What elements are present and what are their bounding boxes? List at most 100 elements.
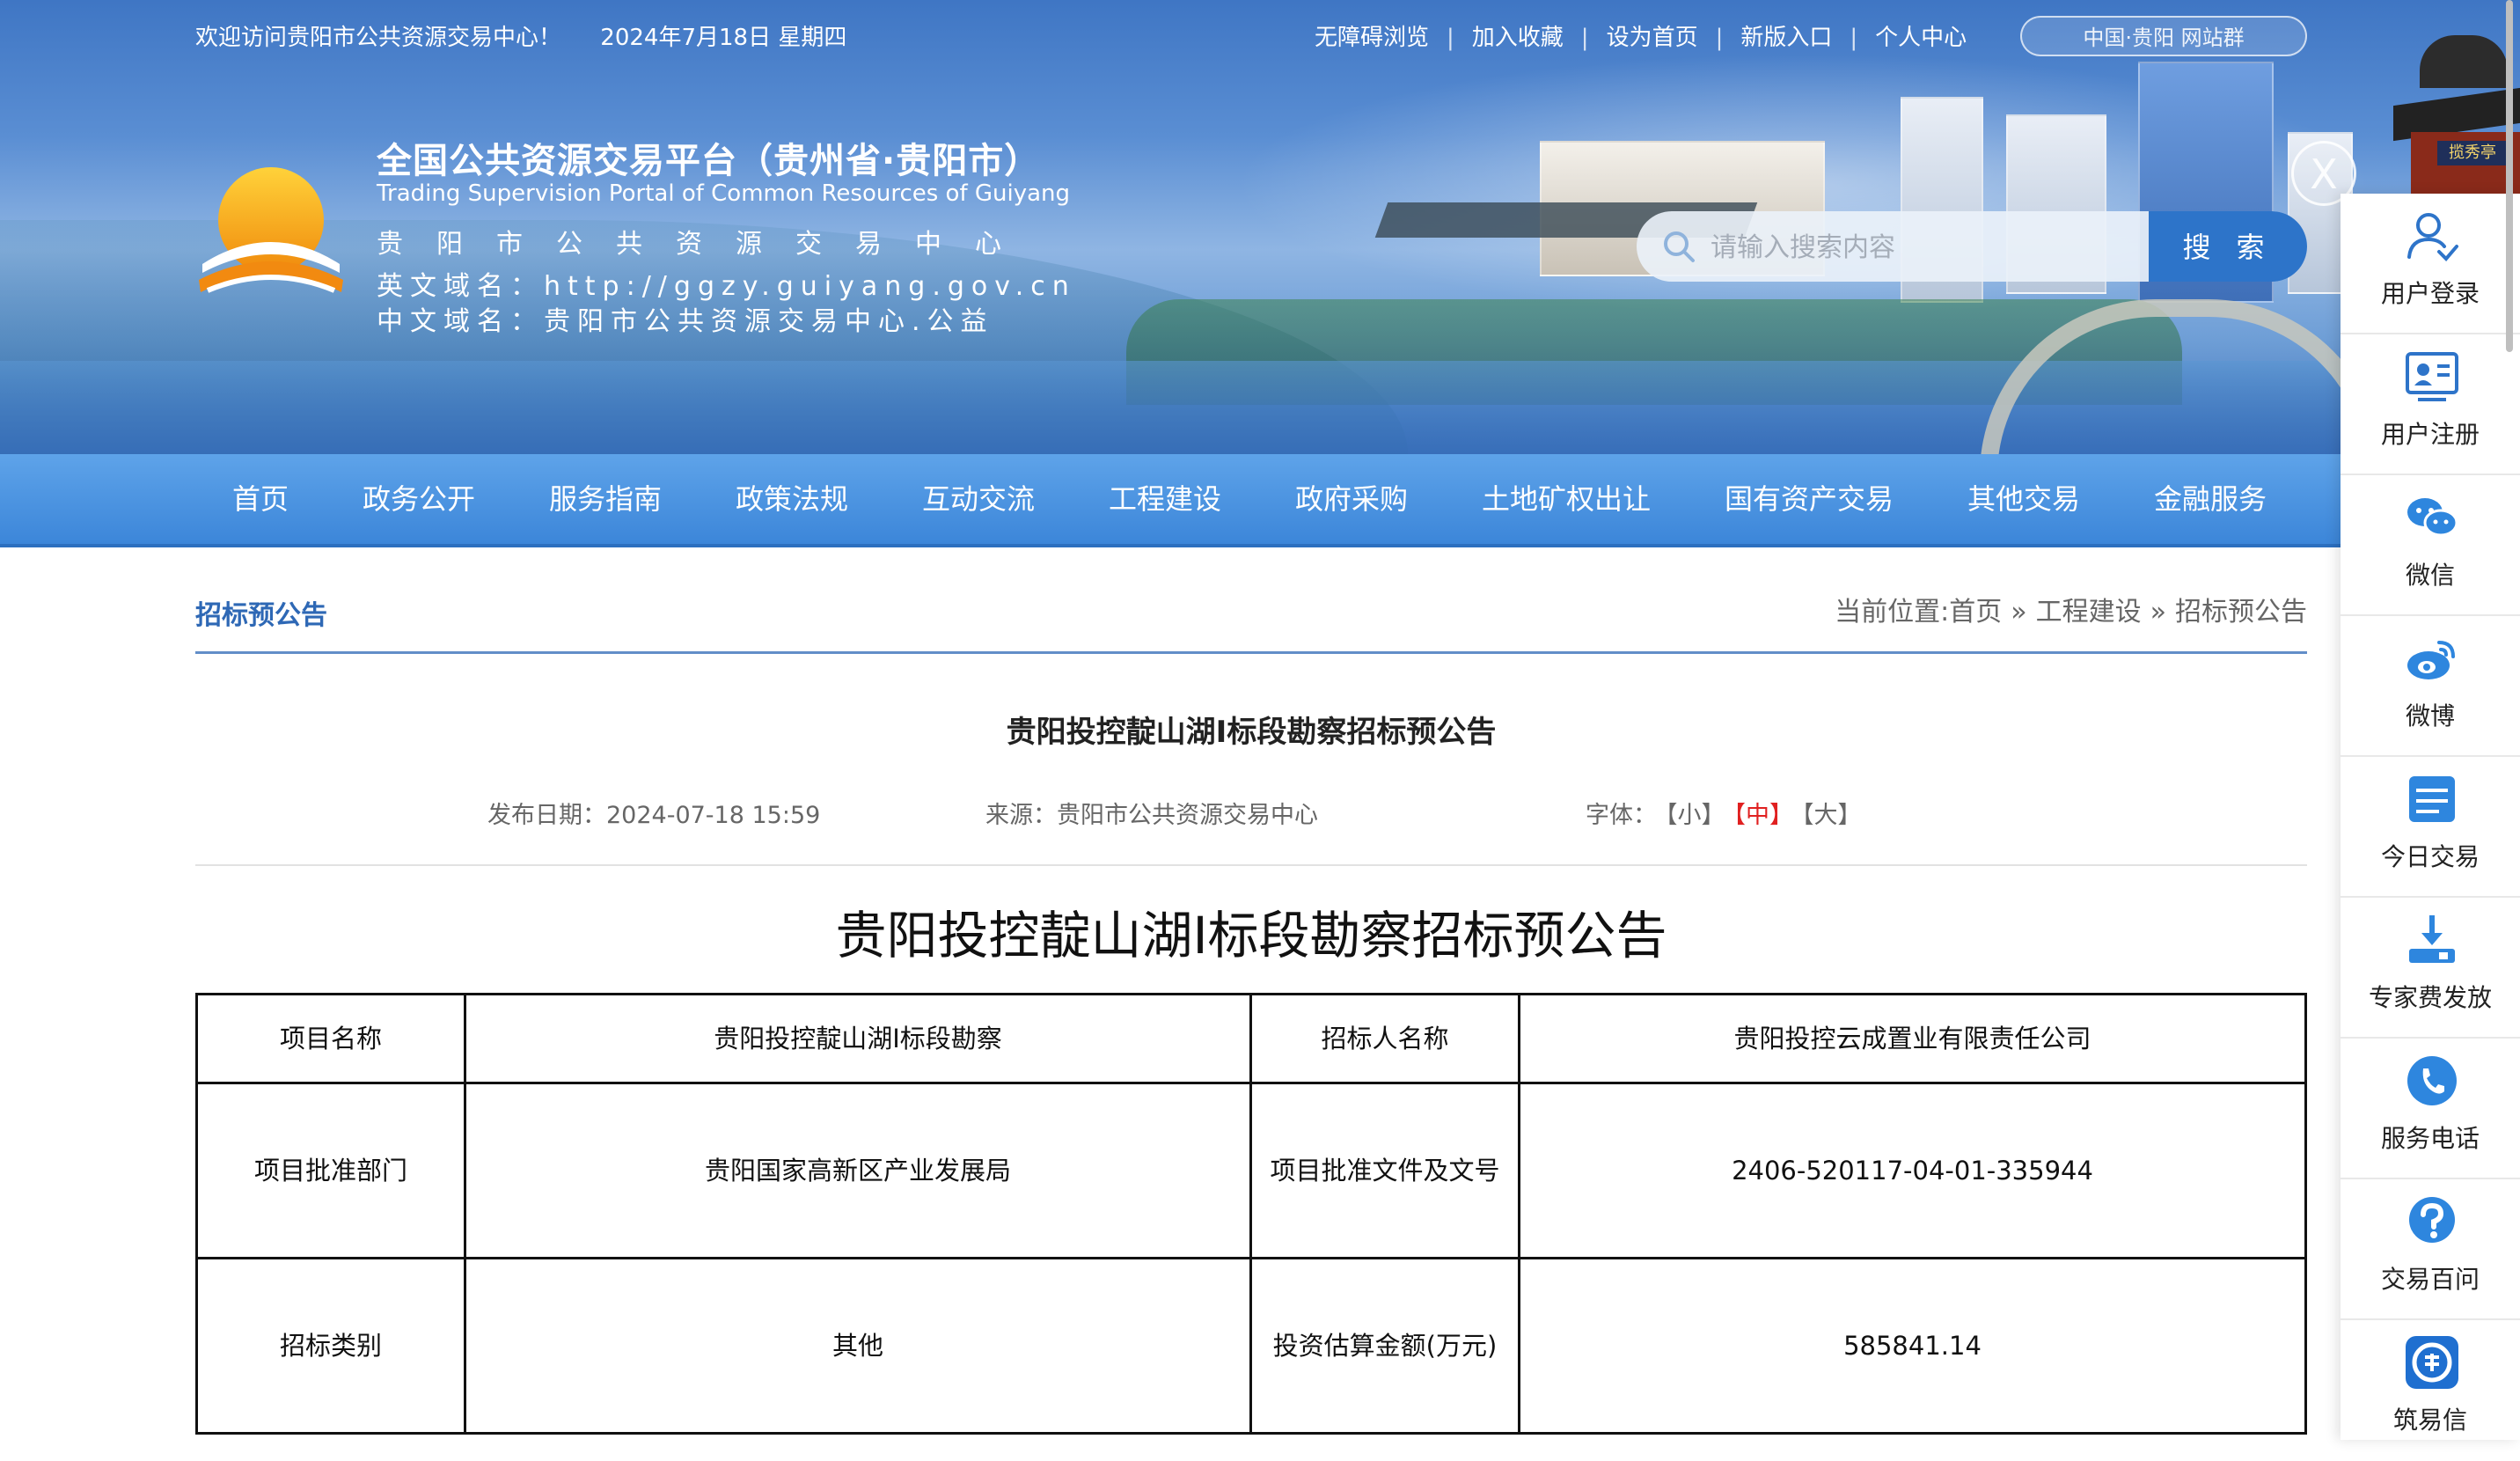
table-cell-value: 贵阳投控云成置业有限责任公司 (1518, 993, 2307, 1084)
site-logo (199, 167, 343, 293)
table-row: 项目名称 贵阳投控靛山湖Ⅰ标段勘察 招标人名称 贵阳投控云成置业有限责任公司 (195, 993, 2307, 1084)
sidebar-item-phone[interactable]: 服务电话 (2341, 1039, 2520, 1179)
sidebar-item-label: 今日交易 (2380, 842, 2480, 871)
breadcrumb-engineering[interactable]: 工程建设 (2036, 597, 2142, 628)
welcome-bar: 欢迎访问贵阳市公共资源交易中心！ 2024年7月18日 星期四 (195, 19, 846, 52)
nav-home[interactable]: 首页 (232, 454, 289, 544)
section-title: 招标预公告 (195, 600, 327, 631)
breadcrumb-home[interactable]: 首页 (1949, 597, 2002, 628)
header-banner: 揽秀亭 欢迎访问贵阳市公共资源交易中心！ 2024年7月18日 星期四 无障碍浏… (0, 0, 2520, 454)
table-cell-label: 投资估算金额(万元) (1249, 1257, 1520, 1435)
breadcrumb-current[interactable]: 招标预公告 (2175, 597, 2307, 628)
table-cell-label: 招标类别 (195, 1257, 466, 1435)
floating-sidebar: 用户登录 用户注册 微信 微博 今日交易 专家费发放 服务电话 交易百问 筑易信 (2341, 194, 2520, 1440)
set-homepage-link[interactable]: 设为首页 (1607, 25, 1698, 51)
sidebar-item-label: 微信 (2405, 561, 2455, 590)
domain-cn: 中文域名：贵阳市公共资源交易中心.公益 (377, 306, 994, 337)
pavilion: 揽秀亭 (2393, 0, 2520, 202)
scrollbar-thumb[interactable] (2502, 0, 2516, 352)
personal-center-link[interactable]: 个人中心 (1875, 25, 1967, 51)
sidebar-item-label: 微博 (2405, 701, 2455, 730)
table-cell-value: 贵阳投控靛山湖Ⅰ标段勘察 (464, 993, 1252, 1084)
font-medium-button[interactable]: 【中】 (1734, 802, 1794, 829)
source-info: 来源：贵阳市公共资源交易中心 (985, 796, 1318, 830)
table-cell-value: 585841.14 (1518, 1257, 2307, 1435)
source-value: 贵阳市公共资源交易中心 (1057, 802, 1318, 829)
sidebar-item-weibo[interactable]: 微博 (2341, 616, 2520, 757)
source-label: 来源： (985, 802, 1057, 829)
nav-finance[interactable]: 金融服务 (2154, 454, 2267, 544)
phone-icon (2407, 1056, 2457, 1105)
sidebar-item-zhuyixin[interactable]: 筑易信 (2341, 1320, 2520, 1461)
wechat-icon (2407, 498, 2458, 537)
table-cell-label: 项目批准文件及文号 (1249, 1082, 1520, 1259)
user-register-icon (2406, 352, 2458, 401)
separator: | (1850, 25, 1858, 51)
section-divider (195, 651, 2307, 654)
brand-title: 全国公共资源交易平台（贵州省·贵阳市） (377, 141, 1041, 181)
sidebar-item-login[interactable]: 用户登录 (2341, 194, 2520, 334)
table-cell-label: 项目名称 (195, 993, 466, 1084)
search-button[interactable]: 搜 索 (2149, 211, 2307, 282)
sidebar-item-wechat[interactable]: 微信 (2341, 475, 2520, 616)
nav-interaction[interactable]: 互动交流 (922, 454, 1035, 544)
table-cell-value: 贵阳国家高新区产业发展局 (464, 1082, 1252, 1259)
org-name: 贵阳市公共资源交易中心 (377, 229, 1035, 260)
font-small-button[interactable]: 【小】 (1666, 802, 1725, 829)
expert-fee-icon (2409, 915, 2455, 963)
sidebar-item-label: 筑易信 (2392, 1406, 2467, 1435)
table-cell-value: 其他 (464, 1257, 1252, 1435)
nav-engineering[interactable]: 工程建设 (1109, 454, 1221, 544)
question-icon (2409, 1197, 2455, 1243)
search-icon (1664, 231, 1695, 262)
font-large-button[interactable]: 【大】 (1802, 802, 1862, 829)
nav-state-assets[interactable]: 国有资产交易 (1725, 454, 1894, 544)
pavilion-sign: 揽秀亭 (2437, 141, 2508, 165)
domain-en: 英文域名：http://ggzy.guiyang.gov.cn (377, 271, 1076, 302)
new-version-link[interactable]: 新版入口 (1740, 25, 1832, 51)
publish-date: 2024-07-18 15:59 (606, 802, 821, 829)
add-favorite-link[interactable]: 加入收藏 (1472, 25, 1564, 51)
user-login-icon (2407, 213, 2458, 261)
sidebar-item-label: 用户登录 (2380, 279, 2480, 308)
project-info-table: 项目名称 贵阳投控靛山湖Ⅰ标段勘察 招标人名称 贵阳投控云成置业有限责任公司 项… (195, 993, 2307, 1435)
table-row: 招标类别 其他 投资估算金额(万元) 585841.14 (195, 1257, 2307, 1435)
table-cell-label: 招标人名称 (1249, 993, 1520, 1084)
nav-service-guide[interactable]: 服务指南 (549, 454, 662, 544)
nav-land-mining[interactable]: 土地矿权出让 (1482, 454, 1651, 544)
table-cell-value: 2406-520117-04-01-335944 (1518, 1082, 2307, 1259)
table-cell-label: 项目批准部门 (195, 1082, 466, 1259)
sidebar-item-today-trade[interactable]: 今日交易 (2341, 757, 2520, 898)
nav-other-trade[interactable]: 其他交易 (1967, 454, 2080, 544)
today-trade-icon (2409, 776, 2455, 822)
site-group-select[interactable]: 中国·贵阳 网站群 (2020, 16, 2307, 56)
nav-gov-procurement[interactable]: 政府采购 (1295, 454, 1408, 544)
table-row: 项目批准部门 贵阳国家高新区产业发展局 项目批准文件及文号 2406-52011… (195, 1082, 2307, 1259)
publish-label: 发布日期： (487, 802, 606, 829)
sidebar-item-label: 专家费发放 (2368, 983, 2492, 1012)
search-input[interactable] (1709, 211, 2187, 282)
font-size-label: 字体： (1586, 802, 1657, 829)
weibo-icon (2407, 641, 2455, 679)
font-size-switcher: 字体： 【小】 【中】 【大】 (1586, 796, 1862, 830)
sidebar-item-expert-fee[interactable]: 专家费发放 (2341, 898, 2520, 1039)
sidebar-item-label: 用户注册 (2380, 420, 2480, 449)
nav-gov-affairs[interactable]: 政务公开 (363, 454, 475, 544)
welcome-text: 欢迎访问贵阳市公共资源交易中心！ (195, 25, 562, 51)
sidebar-item-register[interactable]: 用户注册 (2341, 334, 2520, 475)
zhuyixin-icon (2406, 1336, 2458, 1389)
sidebar-item-faq[interactable]: 交易百问 (2341, 1179, 2520, 1320)
separator: | (1715, 25, 1724, 51)
accessibility-link[interactable]: 无障碍浏览 (1315, 25, 1429, 51)
top-links: 无障碍浏览 | 加入收藏 | 设为首页 | 新版入口 | 个人中心 (1315, 19, 1967, 52)
main-nav: 首页 政务公开 服务指南 政策法规 互动交流 工程建设 政府采购 土地矿权出让 … (0, 454, 2520, 547)
document-title: 贵阳投控靛山湖Ⅰ标段勘察招标预公告 (835, 906, 1667, 965)
breadcrumb-prefix: 当前位置: (1835, 597, 1950, 628)
breadcrumb-separator: » (2011, 597, 2027, 628)
search-box: 搜 索 (1637, 211, 2307, 282)
breadcrumb-separator: » (2150, 597, 2166, 628)
separator: | (1447, 25, 1454, 51)
pavilion-roof-top (2420, 35, 2508, 88)
current-date: 2024年7月18日 星期四 (600, 25, 847, 51)
nav-policy[interactable]: 政策法规 (736, 454, 848, 544)
